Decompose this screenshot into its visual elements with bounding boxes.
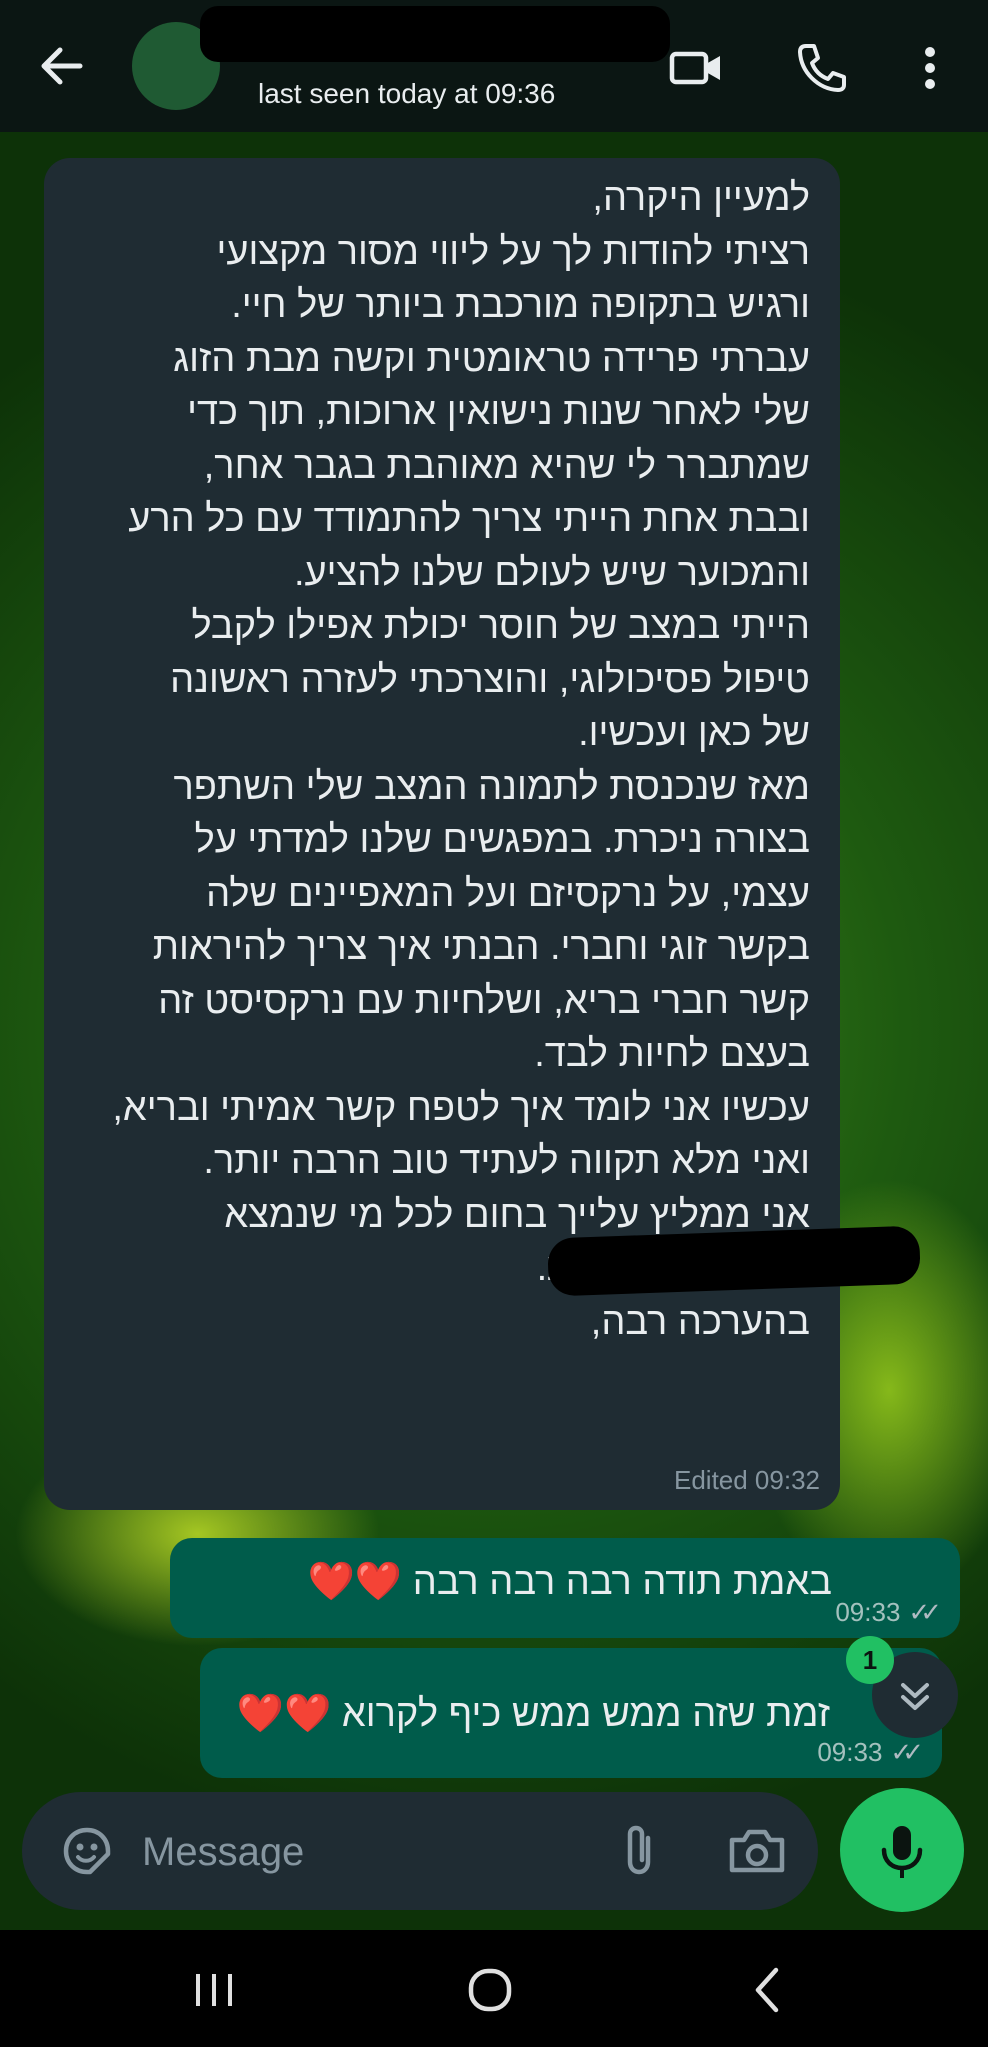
message-time: 09:33 [817,1737,883,1767]
message-time: 09:33 [835,1597,901,1627]
attach-button[interactable] [608,1818,672,1884]
voice-message-button[interactable] [840,1788,964,1912]
recents-button[interactable] [174,1950,254,2030]
home-button[interactable] [450,1950,530,2030]
outgoing-message-bubble[interactable]: באמת תודה רבה רבה רבה ❤️❤️ 09:33 ✓✓ [170,1538,960,1638]
message-line: ורגיש בתקופה מורכבת ביותר של חיי. [231,284,810,326]
camera-icon [729,1829,785,1873]
message-line: ובבת אחת הייתי צריך להתמודד עם כל הרע [128,498,810,540]
message-line: שלי לאחר שנות נישואין ארוכות, תוך כדי [187,391,810,433]
message-line: טיפול פסיכולוגי, והוצרכתי לעזרה ראשונה [170,658,810,701]
incoming-message-bubble[interactable]: למעיין היקרה, רציתי להודות לך על ליווי מ… [44,158,840,1510]
outgoing-message-bubble[interactable]: זמת שזה ממש ממש כיף לקרוא ❤️❤️ 09:33 ✓✓ [200,1648,942,1778]
chevron-left-icon [755,1967,779,2013]
message-line: מאז שנכנסת לתמונה המצב שלי השתפר [173,765,811,808]
message-line: רציתי להודות לך על ליווי מסור מקצועי [216,230,810,273]
double-check-icon: ✓✓ [890,1737,923,1767]
double-check-icon: ✓✓ [908,1597,941,1627]
more-options-button[interactable] [900,38,960,98]
home-icon [468,1968,512,2012]
microphone-icon [881,1826,923,1878]
message-text: זמת שזה ממש ממש כיף לקרוא ❤️❤️ [236,1693,830,1735]
message-line: והמכוער שיש לעולם שלנו להציע. [293,551,810,594]
video-icon [669,51,720,85]
message-line: עכשיו אני לומד איך לטפח קשר אמיתי ובריא, [112,1086,810,1129]
message-line: בצורה ניכרת. במפגשים שלנו למדתי על [194,819,810,861]
paperclip-icon [627,1825,651,1875]
message-composer [22,1792,818,1910]
message-line: בקשר זוגי וחברי. הבנתי איך צריך להיראות [152,926,810,968]
back-button[interactable] [34,38,90,94]
message-line: עברתי פרידה טראומטית וקשה מבת הזוג [173,337,810,380]
video-call-button[interactable] [666,38,726,98]
system-back-button[interactable] [728,1950,808,2030]
message-line: שמתברר לי שהיא מאוהבת בגבר אחר, [203,444,810,487]
message-meta: 09:33 ✓✓ [835,1597,941,1628]
message-line: בעצם לחיות לבד. [534,1033,810,1075]
sticker-icon [63,1827,111,1875]
recents-icon [196,1974,232,2006]
phone-icon [798,44,846,92]
contact-name-redacted[interactable] [200,6,670,62]
unread-count-badge: 1 [846,1636,894,1684]
message-line: למעיין היקרה, [592,177,810,219]
message-line: ואני מלא תקווה לעתיד טוב הרבה יותר. [203,1140,810,1182]
message-text: למעיין היקרה, רציתי להודות לך על ליווי מ… [50,172,810,1349]
message-line: הייתי במצב של חוסר יכולת אפילו לקבל [191,605,810,647]
message-meta: Edited 09:32 [673,1465,820,1495]
voice-call-button[interactable] [792,38,852,98]
camera-button[interactable] [722,1818,792,1884]
arrow-left-icon [41,47,83,85]
message-line: בהערכה רבה, [590,1300,810,1343]
message-line: קשר חברי בריא, ושלחיות עם נרקסיסט זה [158,979,810,1022]
message-meta: 09:33 ✓✓ [817,1737,923,1768]
message-line: של כאן ועכשיו. [578,712,810,754]
message-text: באמת תודה רבה רבה רבה ❤️❤️ [307,1561,832,1603]
message-input[interactable] [140,1818,564,1886]
sticker-button[interactable] [56,1820,118,1882]
more-vert-icon [925,47,935,89]
system-nav-bar [0,1930,988,2047]
message-line: עצמי, על נרקסיזם ועל המאפיינים שלה [206,872,810,915]
chat-header: last seen today at 09:36 [0,0,988,132]
last-seen-status: last seen today at 09:36 [258,78,556,109]
